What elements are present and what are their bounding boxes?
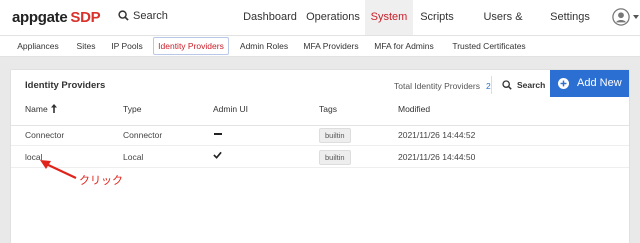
check-icon: [213, 151, 222, 159]
column-tags-header[interactable]: Tags: [319, 104, 337, 114]
column-admin-ui-header[interactable]: Admin UI: [213, 104, 248, 114]
header-divider: [11, 125, 629, 126]
panel-search-button[interactable]: Search: [502, 80, 545, 90]
nav-system[interactable]: System: [365, 0, 413, 35]
nav-scripts[interactable]: Scripts: [415, 0, 459, 35]
subnav-identity-providers[interactable]: Identity Providers: [153, 37, 229, 55]
chevron-down-icon[interactable]: [633, 15, 639, 19]
panel-search-label: Search: [517, 80, 546, 90]
row-divider: [11, 145, 629, 146]
appgate-logo[interactable]: appgate SDP: [12, 9, 101, 26]
top-navbar: appgate SDP Search Dashboard Operations S…: [0, 0, 640, 58]
dash-icon: [214, 133, 222, 135]
add-new-button[interactable]: Add New: [550, 70, 629, 97]
column-name-header[interactable]: Name: [25, 104, 57, 114]
logo-sdp-text: SDP: [70, 9, 101, 26]
click-annotation: クリック: [79, 175, 123, 187]
subnav-appliances[interactable]: Appliances: [9, 36, 67, 56]
row-name[interactable]: Connector: [25, 130, 64, 140]
tag-badge: builtin: [319, 150, 351, 165]
column-type-header[interactable]: Type: [123, 104, 141, 114]
subnav-ip-pools[interactable]: IP Pools: [106, 36, 148, 56]
subnav-trusted-certificates[interactable]: Trusted Certificates: [446, 36, 532, 56]
user-avatar-icon[interactable]: [612, 8, 630, 26]
subnav-admin-roles[interactable]: Admin Roles: [234, 36, 294, 56]
nav-operations[interactable]: Operations: [303, 0, 363, 35]
subnav-mfa-providers[interactable]: MFA Providers: [297, 36, 365, 56]
row-type: Local: [123, 152, 144, 162]
subnav-mfa-for-admins[interactable]: MFA for Admins: [368, 36, 440, 56]
row-type: Connector: [123, 130, 163, 140]
logo-text: appgate: [12, 9, 68, 26]
total-count-label: Total Identity Providers: [394, 81, 480, 91]
panel-title: Identity Providers: [25, 80, 106, 91]
subnav-sites[interactable]: Sites: [70, 36, 102, 56]
plus-circle-icon: [558, 78, 569, 89]
column-modified-header[interactable]: Modified: [398, 104, 430, 114]
search-icon: [502, 80, 512, 90]
global-search-label: Search: [133, 10, 168, 22]
add-new-label: Add New: [577, 77, 622, 89]
global-search[interactable]: Search: [118, 10, 168, 22]
row-modified: 2021/11/26 14:44:52: [398, 130, 476, 140]
sort-ascending-icon[interactable]: [50, 104, 57, 113]
nav-settings[interactable]: Settings: [546, 0, 594, 35]
nav-users-devices[interactable]: Users & Devices: [463, 0, 543, 58]
total-count: Total Identity Providers 2: [394, 81, 491, 91]
sub-navbar: Appliances Sites IP Pools Identity Provi…: [0, 36, 640, 57]
column-name-label: Name: [25, 104, 48, 114]
row-divider: [11, 167, 629, 168]
identity-providers-panel: Identity Providers Total Identity Provid…: [11, 70, 629, 243]
row-modified: 2021/11/26 14:44:50: [398, 152, 476, 162]
nav-dashboard[interactable]: Dashboard: [240, 0, 300, 35]
divider: [491, 76, 492, 94]
total-count-value: 2: [485, 81, 491, 91]
tag-badge: builtin: [319, 128, 351, 143]
search-icon: [118, 10, 129, 21]
